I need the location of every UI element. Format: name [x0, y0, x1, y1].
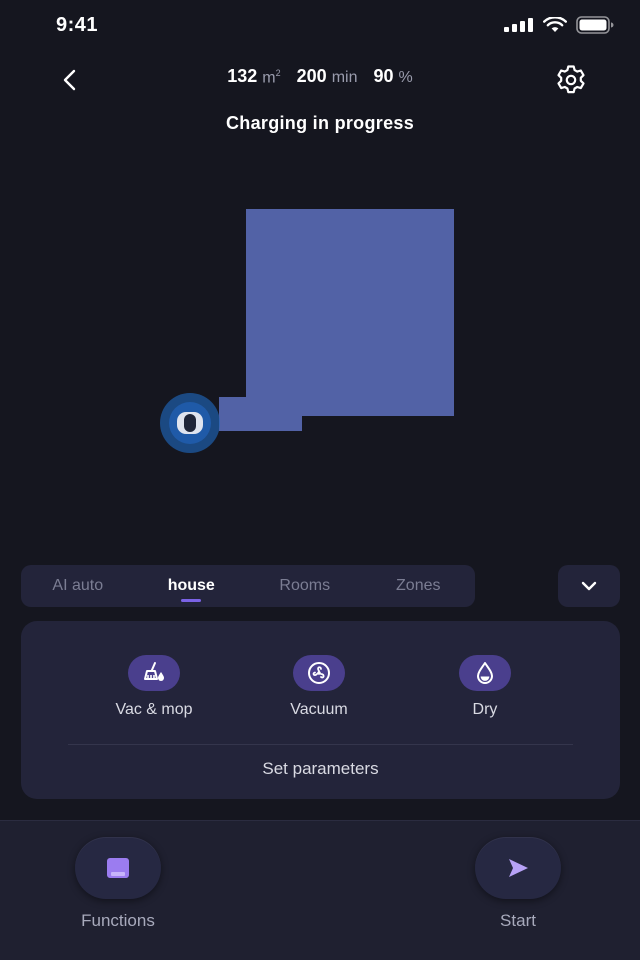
water-drop-icon — [477, 662, 493, 684]
status-icons — [504, 16, 614, 34]
broom-mop-icon — [144, 662, 164, 681]
settings-button[interactable] — [552, 61, 590, 99]
battery-unit: % — [398, 69, 413, 86]
fan-icon — [308, 662, 330, 684]
top-nav: 132 m2 200 min 90 % — [0, 56, 640, 100]
panel-divider — [68, 744, 573, 745]
functions-button-circle — [75, 837, 161, 899]
tab-rooms[interactable]: Rooms — [248, 565, 362, 607]
gear-icon — [557, 65, 585, 94]
mode-vac-mop[interactable]: Vac & mop — [74, 655, 234, 719]
bottom-action-bar: Functions Start — [0, 820, 640, 960]
mode-tabs: AI auto house Rooms Zones — [21, 565, 475, 607]
map-room-area — [219, 209, 454, 431]
device-stats: 132 m2 200 min 90 % — [0, 66, 640, 87]
status-time: 9:41 — [56, 14, 99, 36]
mode-label: Vac & mop — [115, 701, 193, 718]
mode-label: Vacuum — [290, 701, 348, 718]
functions-label: Functions — [81, 911, 155, 930]
play-arrow-icon — [509, 859, 528, 877]
battery-icon — [576, 16, 614, 34]
area-value: 132 — [227, 66, 258, 86]
status-bar: 9:41 — [0, 0, 640, 52]
mode-icon-bg — [128, 655, 180, 691]
tab-label: house — [167, 577, 215, 594]
area-unit-base: m — [262, 69, 276, 86]
start-label: Start — [500, 911, 536, 930]
battery-value: 90 — [373, 66, 394, 86]
area-stat: 132 m2 — [227, 66, 280, 87]
tab-zones[interactable]: Zones — [362, 565, 476, 607]
tab-ai-auto[interactable]: AI auto — [21, 565, 135, 607]
battery-stat: 90 % — [373, 66, 412, 87]
time-stat: 200 min — [297, 66, 358, 87]
set-parameters-button[interactable]: Set parameters — [21, 759, 620, 779]
mode-icon-bg — [459, 655, 511, 691]
start-button-circle — [475, 837, 561, 899]
robot-marker — [160, 393, 220, 453]
tab-label: Zones — [396, 577, 441, 594]
expand-tabs-button[interactable] — [558, 565, 620, 607]
area-unit-exponent: 2 — [275, 67, 281, 78]
cleaning-mode-panel: Vac & mop Vacuum Dry Set parameters — [21, 621, 620, 799]
functions-icon — [107, 858, 129, 878]
time-value: 200 — [296, 66, 327, 86]
cellular-signal-icon — [504, 18, 533, 32]
active-tab-indicator — [181, 599, 202, 602]
wifi-icon — [543, 17, 567, 32]
mode-vacuum[interactable]: Vacuum — [239, 655, 399, 719]
chevron-down-icon — [581, 581, 597, 591]
tab-label: AI auto — [52, 577, 104, 594]
start-button[interactable]: Start — [448, 837, 588, 931]
tab-label: Rooms — [279, 577, 331, 594]
mode-dry[interactable]: Dry — [405, 655, 565, 719]
charging-status-text: Charging in progress — [225, 113, 415, 133]
time-unit: min — [331, 69, 358, 86]
tab-house[interactable]: house — [135, 565, 249, 607]
area-unit: m2 — [262, 68, 280, 87]
mode-icon-bg — [293, 655, 345, 691]
cleaning-map[interactable] — [0, 150, 640, 550]
mode-label: Dry — [472, 701, 498, 718]
functions-button[interactable]: Functions — [48, 837, 188, 931]
